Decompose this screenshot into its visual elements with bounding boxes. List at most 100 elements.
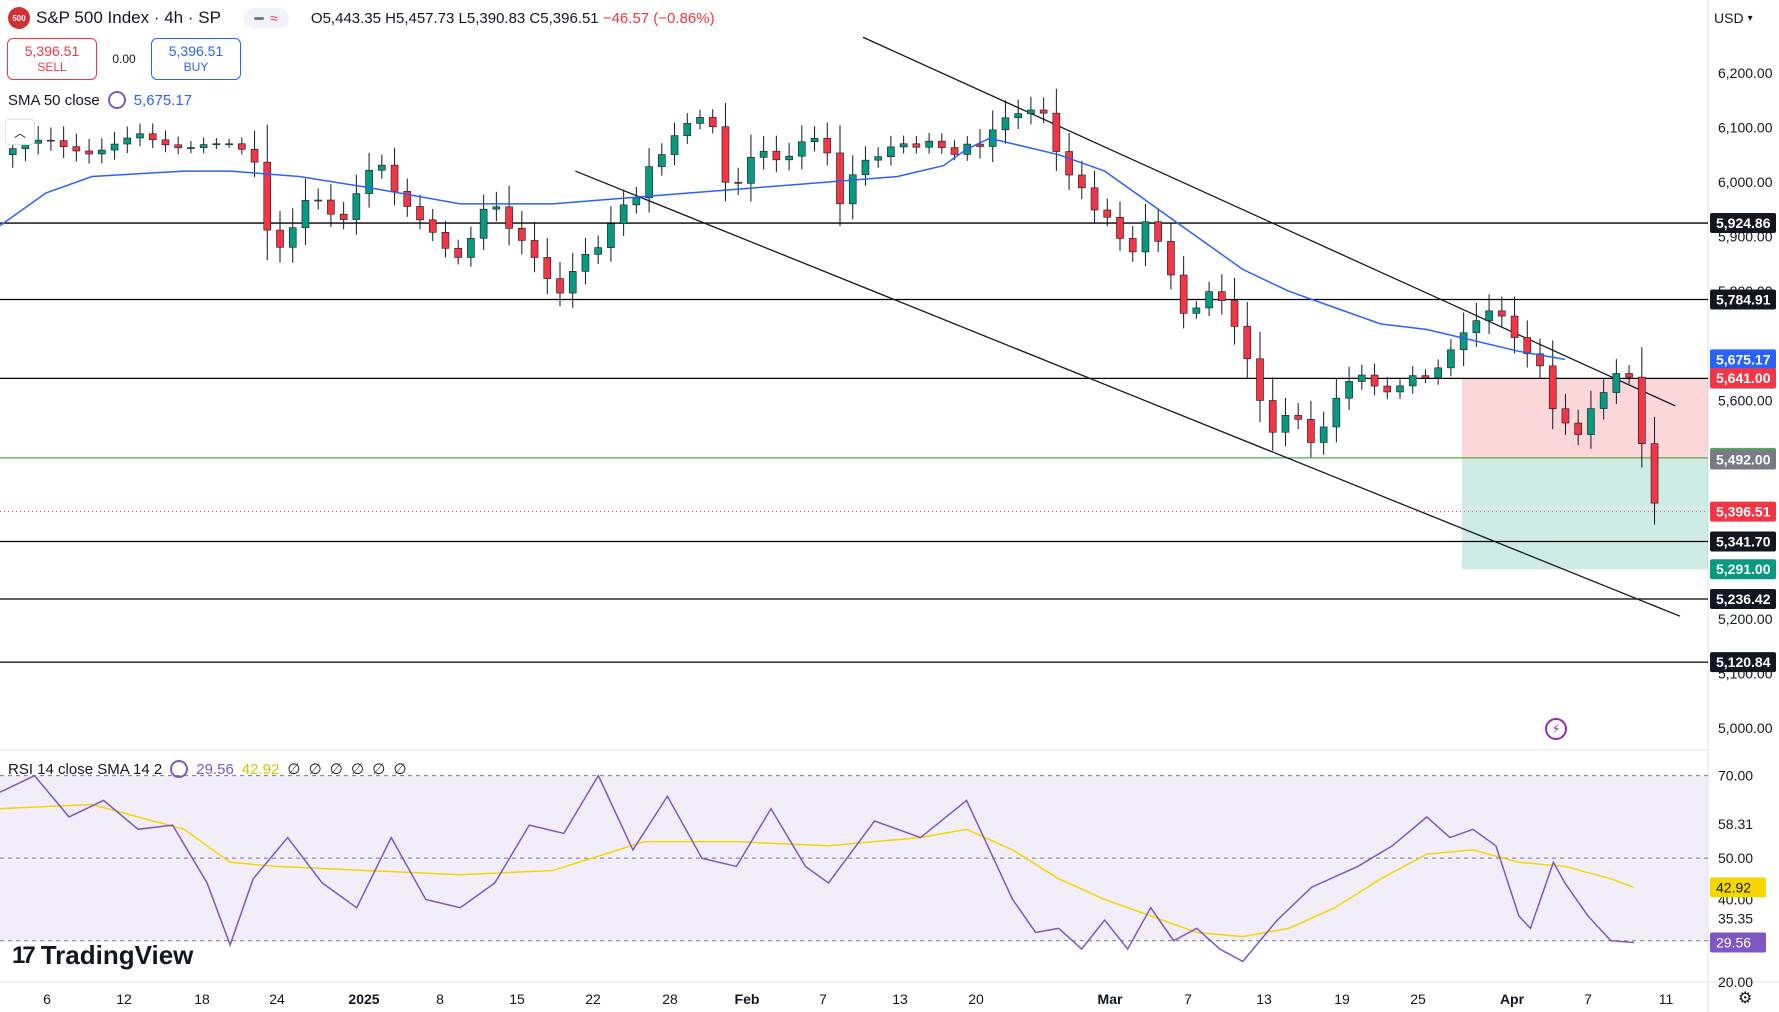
- rsi-axis-label: 29.56: [1716, 935, 1751, 951]
- rsi-legend[interactable]: RSI 14 close SMA 14 2 29.56 42.92 ∅ ∅ ∅ …: [8, 760, 409, 778]
- minus-icon: [254, 16, 265, 20]
- time-tick-label: 11: [1659, 991, 1674, 1007]
- candle-body: [505, 206, 513, 229]
- time-tick-label: 13: [1256, 991, 1272, 1007]
- candle-body: [759, 150, 768, 158]
- candle-body: [1065, 151, 1073, 176]
- candle-body: [1179, 274, 1188, 314]
- rsi-sma-value: 42.92: [241, 760, 280, 778]
- refresh-icon[interactable]: [107, 91, 126, 109]
- candle-body: [339, 213, 348, 220]
- candle-body: [861, 159, 870, 176]
- time-tick-label: 28: [662, 991, 678, 1007]
- sell-button[interactable]: 5,396.51 SELL: [7, 38, 97, 80]
- time-tick-label: 7: [1184, 991, 1192, 1007]
- candle-body: [1459, 332, 1468, 351]
- candle-body: [378, 164, 386, 171]
- price-chart[interactable]: 6,200.006,100.006,000.005,900.005,800.00…: [0, 0, 1779, 1012]
- candle-body: [683, 123, 692, 136]
- candle-body: [301, 200, 310, 228]
- settings-icon[interactable]: ⚙: [1738, 988, 1752, 1008]
- candle-body: [1447, 349, 1455, 369]
- sma-legend[interactable]: SMA 50 close 5,675.17: [8, 91, 192, 109]
- candle-body: [1650, 443, 1659, 504]
- price-tick-label: 5,000.00: [1718, 720, 1773, 736]
- candle-body: [1141, 221, 1150, 253]
- time-tick-label: 12: [116, 991, 132, 1007]
- stop-loss-zone: [1462, 378, 1708, 460]
- price-tick-label: 6,000.00: [1718, 174, 1773, 190]
- currency-label: USD: [1714, 10, 1744, 26]
- candle-body: [1523, 337, 1532, 355]
- candle-body: [1243, 326, 1252, 360]
- candle-body: [352, 193, 361, 220]
- rsi-axis-label: 42.92: [1716, 879, 1751, 895]
- candle-body: [696, 117, 704, 124]
- price-axis-label: 5,675.17: [1716, 351, 1771, 367]
- candle-body: [416, 206, 424, 221]
- time-tick-label: Feb: [735, 991, 760, 1007]
- currency-selector[interactable]: USD ▾: [1714, 10, 1753, 26]
- candle-body: [1205, 291, 1213, 309]
- candle-body: [8, 148, 17, 155]
- candle-body: [1561, 408, 1570, 424]
- ohlc-text: O5,443.35 H5,457.73 L5,390.83 C5,396.51: [310, 9, 599, 27]
- candle-body: [1472, 320, 1481, 334]
- candle-body: [581, 254, 590, 272]
- time-tick-label: 24: [269, 991, 285, 1007]
- rsi-extra-values: ∅ ∅ ∅ ∅ ∅ ∅: [287, 761, 409, 778]
- price-axis-label: 5,396.51: [1716, 504, 1771, 520]
- time-tick-label: Apr: [1500, 991, 1525, 1007]
- candle-body: [47, 139, 55, 142]
- candle-body: [110, 143, 119, 151]
- market-status-pill[interactable]: ≈: [242, 8, 289, 28]
- candle-body: [568, 271, 577, 294]
- rsi-value: 29.56: [196, 760, 234, 778]
- candle-body: [670, 135, 679, 155]
- buy-label: BUY: [183, 60, 209, 74]
- candle-body: [810, 138, 819, 143]
- brand-name: TradingView: [40, 940, 194, 970]
- sma-label: SMA 50 close: [8, 91, 100, 109]
- candle-body: [938, 140, 946, 148]
- candle-body: [1383, 385, 1392, 393]
- candle-body: [1574, 422, 1582, 435]
- time-tick-label: 20: [968, 991, 984, 1007]
- candle-body: [1268, 400, 1277, 433]
- candle-body: [1027, 109, 1035, 114]
- time-tick-label: 25: [1410, 991, 1426, 1007]
- candle-body: [1167, 241, 1175, 276]
- candle-body: [327, 199, 335, 215]
- buy-button[interactable]: 5,396.51 BUY: [151, 38, 241, 80]
- chart-header: 500 S&P 500 Index · 4h · SP ≈ O5,443.35 …: [0, 0, 715, 36]
- time-tick-label: 15: [509, 991, 525, 1007]
- symbol-title[interactable]: S&P 500 Index · 4h · SP: [36, 8, 221, 28]
- candle-body: [454, 247, 462, 258]
- candle-body: [1218, 291, 1226, 301]
- collapse-legend-button[interactable]: ︿: [5, 119, 35, 145]
- candle-body: [238, 143, 246, 150]
- candle-body: [734, 181, 742, 184]
- lightning-icon[interactable]: ⚡: [1545, 718, 1567, 740]
- candle-body: [887, 146, 895, 157]
- candle-body: [441, 232, 450, 249]
- candle-body: [721, 126, 730, 183]
- candle-body: [1421, 375, 1430, 379]
- trade-panel: 5,396.51 SELL 0.00 5,396.51 BUY: [7, 38, 241, 80]
- candle-body: [1052, 112, 1061, 152]
- sma-value: 5,675.17: [133, 91, 193, 109]
- candle-body: [123, 137, 132, 145]
- candle-body: [798, 141, 806, 157]
- candle-body: [1039, 109, 1048, 114]
- index-logo: 500: [8, 7, 30, 29]
- sell-price: 5,396.51: [24, 43, 80, 59]
- candle-body: [1332, 397, 1341, 428]
- candle-body: [1638, 376, 1646, 444]
- candle-body: [276, 229, 284, 248]
- refresh-icon[interactable]: [170, 760, 189, 778]
- candle-body: [1587, 408, 1595, 435]
- candle-body: [518, 228, 526, 241]
- candle-body: [1307, 419, 1315, 443]
- candle-body: [1408, 375, 1417, 387]
- candle-body: [225, 143, 233, 146]
